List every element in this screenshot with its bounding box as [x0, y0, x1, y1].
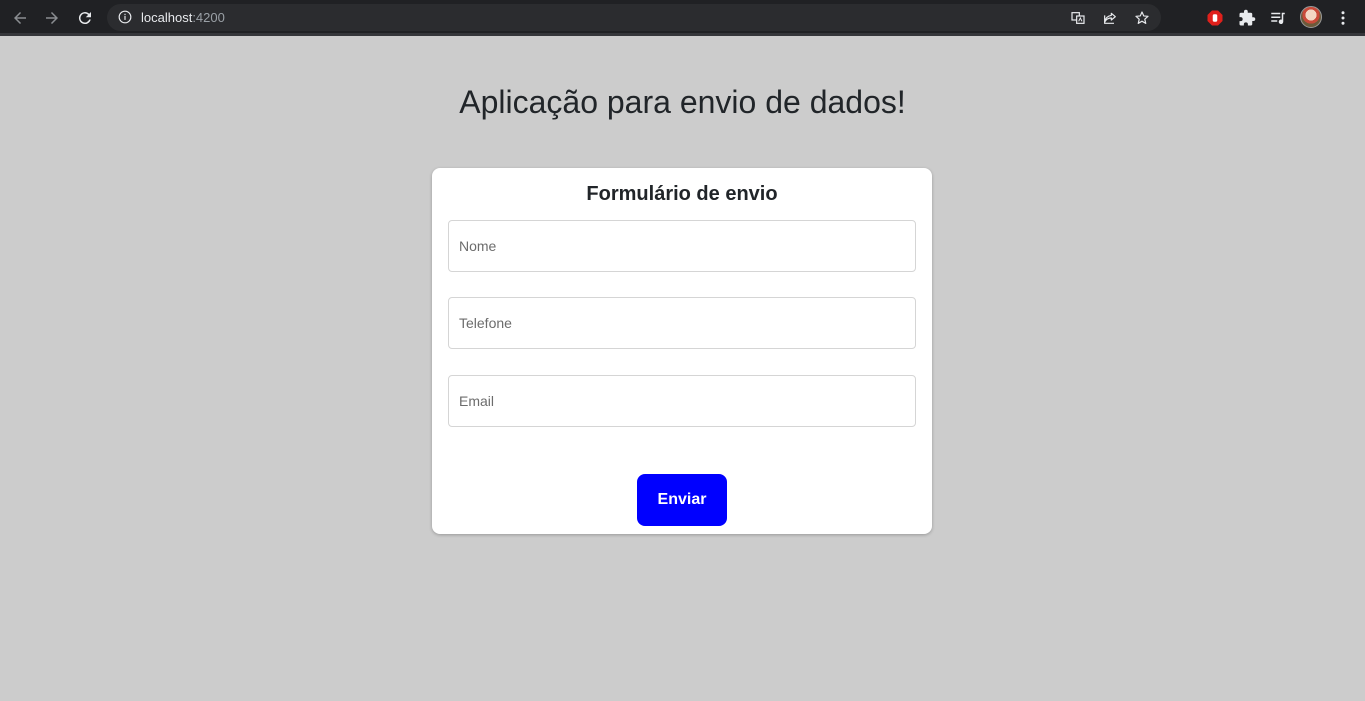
url-text: localhost:4200 [141, 10, 225, 25]
extensions-puzzle-icon[interactable] [1235, 6, 1259, 30]
page-title: Aplicação para envio de dados! [459, 84, 906, 120]
share-icon[interactable] [1100, 8, 1120, 28]
forward-arrow-icon[interactable] [40, 6, 64, 30]
phone-field[interactable] [448, 297, 916, 349]
form-title: Formulário de envio [586, 183, 778, 205]
media-queue-icon[interactable] [1266, 6, 1290, 30]
adblock-icon[interactable] [1203, 6, 1227, 30]
back-arrow-icon[interactable] [8, 6, 32, 30]
email-field[interactable] [448, 375, 916, 427]
translate-icon[interactable] [1068, 8, 1088, 28]
site-info-icon[interactable] [118, 10, 132, 24]
reload-icon[interactable] [73, 6, 97, 30]
name-field[interactable] [448, 220, 916, 272]
profile-avatar[interactable] [1300, 6, 1322, 28]
url-port: :4200 [192, 10, 225, 25]
kebab-menu-icon[interactable] [1331, 6, 1355, 30]
bookmark-star-icon[interactable] [1132, 8, 1152, 28]
submit-button[interactable]: Enviar [637, 474, 727, 526]
address-bar[interactable]: localhost:4200 [107, 4, 1161, 31]
browser-toolbar: localhost:4200 [0, 0, 1365, 36]
submission-form-card: Formulário de envio Enviar [432, 168, 932, 534]
url-host: localhost [141, 10, 193, 25]
